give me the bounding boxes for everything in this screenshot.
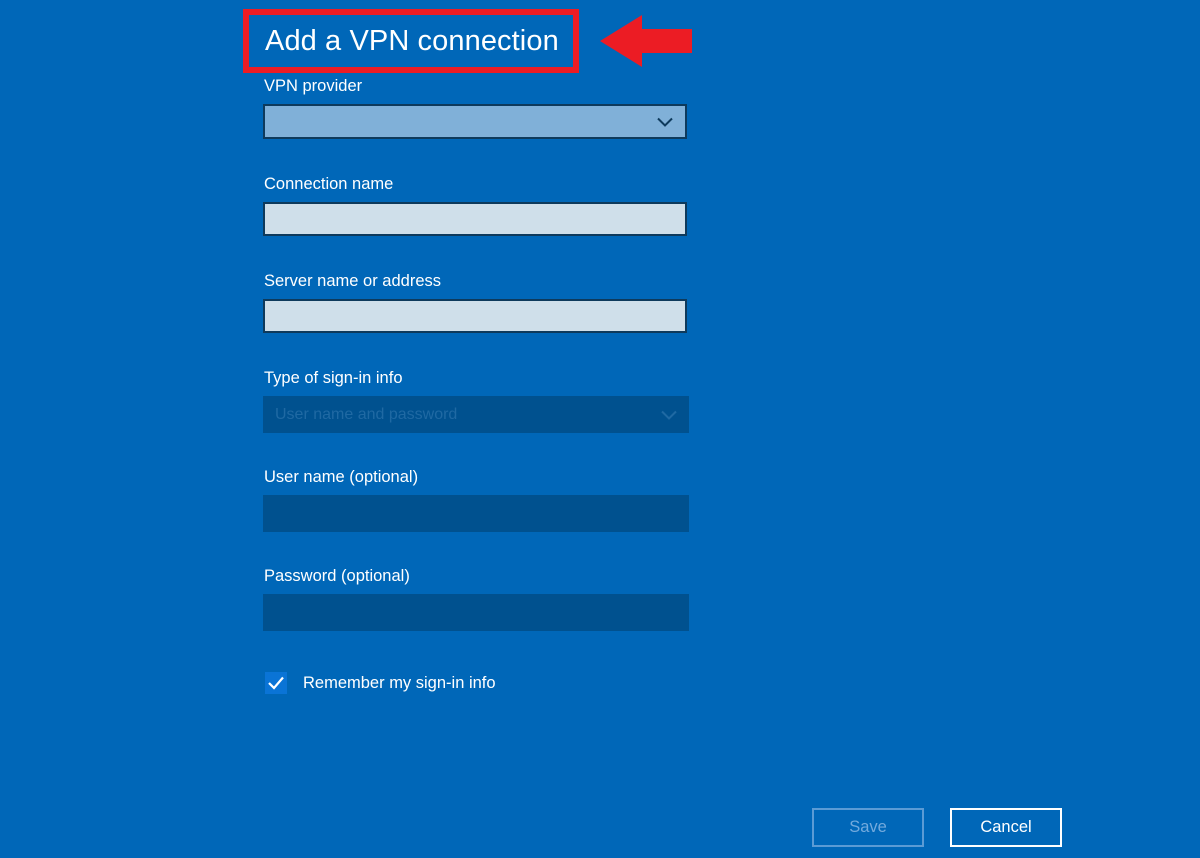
vpn-provider-dropdown[interactable]	[263, 104, 687, 139]
footer-actions: Save Cancel	[812, 808, 1062, 847]
field-server-name: Server name or address	[263, 271, 689, 333]
checkbox-checked-icon[interactable]	[265, 672, 287, 694]
server-name-input[interactable]	[263, 299, 687, 333]
label-vpn-provider: VPN provider	[264, 77, 363, 95]
vpn-form: Add a VPN connection VPN provider Connec…	[263, 0, 689, 694]
signin-type-dropdown: User name and password	[263, 396, 689, 433]
user-name-input	[263, 495, 689, 532]
page-title: Add a VPN connection	[265, 25, 559, 57]
chevron-down-icon	[661, 410, 677, 420]
label-user-name: User name (optional)	[264, 468, 419, 486]
label-connection-name: Connection name	[264, 175, 394, 193]
label-password: Password (optional)	[264, 567, 410, 585]
cancel-button[interactable]: Cancel	[950, 808, 1062, 847]
connection-name-input[interactable]	[263, 202, 687, 236]
label-signin-type: Type of sign-in info	[264, 369, 403, 387]
remember-signin-checkbox-row[interactable]: Remember my sign-in info	[263, 672, 689, 694]
save-button[interactable]: Save	[812, 808, 924, 847]
signin-type-value: User name and password	[275, 405, 458, 423]
password-input	[263, 594, 689, 631]
chevron-down-icon	[657, 117, 673, 127]
field-vpn-provider: VPN provider	[263, 76, 689, 139]
field-user-name: User name (optional)	[263, 467, 689, 532]
remember-signin-label: Remember my sign-in info	[303, 673, 496, 692]
field-connection-name: Connection name	[263, 174, 689, 236]
field-signin-type: Type of sign-in info User name and passw…	[263, 368, 689, 433]
field-password: Password (optional)	[263, 566, 689, 631]
label-server-name: Server name or address	[264, 272, 441, 290]
